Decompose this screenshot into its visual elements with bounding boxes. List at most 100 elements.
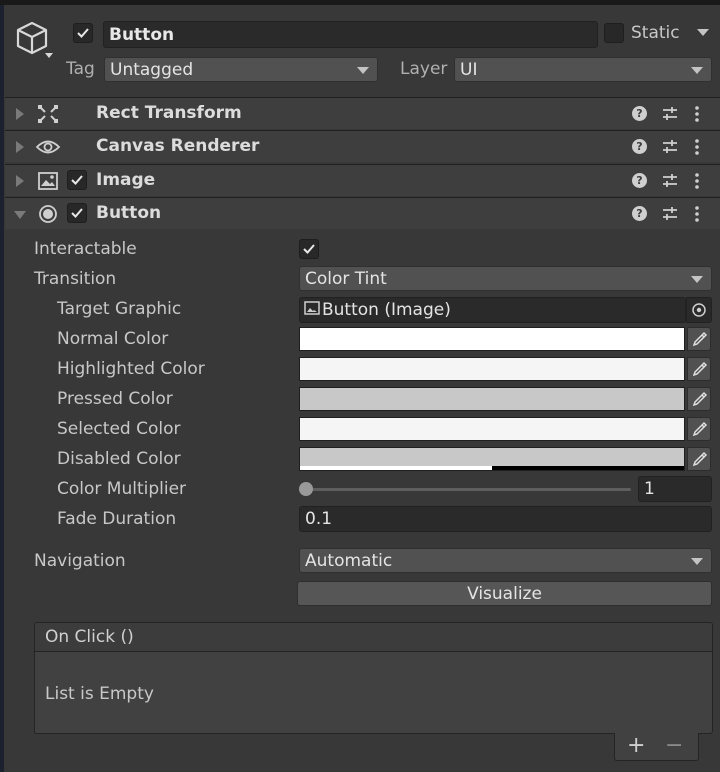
selected-color-picker[interactable] <box>687 417 711 441</box>
component-button[interactable]: Button ? <box>5 197 720 229</box>
normal-color-label: Normal Color <box>57 329 169 349</box>
component-canvas-renderer[interactable]: Canvas Renderer ? <box>5 130 720 162</box>
on-click-header: On Click () <box>35 623 712 652</box>
layer-dropdown[interactable]: UI <box>454 57 712 82</box>
tag-label: Tag <box>66 59 95 79</box>
gameobject-icon <box>14 20 58 67</box>
highlighted-color-swatch[interactable] <box>299 357 685 381</box>
eye-icon <box>35 138 61 161</box>
color-multiplier-field[interactable]: 1 <box>638 476 712 502</box>
disabled-color-label: Disabled Color <box>57 449 181 469</box>
kebab-menu-icon[interactable] <box>694 205 700 228</box>
disabled-color-picker[interactable] <box>687 447 711 471</box>
kebab-menu-icon[interactable] <box>694 172 700 195</box>
static-checkbox[interactable] <box>604 23 624 43</box>
fade-duration-label: Fade Duration <box>57 509 177 529</box>
chevron-down-icon <box>691 557 703 565</box>
image-icon <box>37 171 59 196</box>
tag-dropdown[interactable]: Untagged <box>104 57 378 82</box>
presets-icon[interactable] <box>662 173 678 194</box>
eyedropper-icon <box>692 391 708 407</box>
window-top-border <box>0 0 720 5</box>
chevron-down-icon <box>691 66 703 74</box>
presets-icon[interactable] <box>662 139 678 160</box>
component-title: Canvas Renderer <box>96 136 260 156</box>
pressed-color-label: Pressed Color <box>57 389 173 409</box>
image-icon <box>304 300 320 320</box>
eyedropper-icon <box>692 361 708 377</box>
highlighted-color-label: Highlighted Color <box>57 359 205 379</box>
static-label: Static <box>631 23 680 43</box>
transition-value: Color Tint <box>305 268 387 289</box>
component-title: Button <box>96 203 162 223</box>
pressed-color-swatch[interactable] <box>299 387 685 411</box>
target-graphic-label: Target Graphic <box>57 299 182 319</box>
add-item-button[interactable]: + <box>627 733 645 758</box>
disabled-color-swatch[interactable] <box>299 447 685 471</box>
interactable-label: Interactable <box>34 239 137 259</box>
help-icon[interactable]: ? <box>632 106 647 121</box>
help-icon[interactable]: ? <box>632 173 647 188</box>
kebab-menu-icon[interactable] <box>694 105 700 128</box>
list-footer-buttons: + − <box>614 733 699 761</box>
fade-duration-field[interactable]: 0.1 <box>299 506 712 532</box>
empty-list-text: List is Empty <box>45 684 154 704</box>
foldout-arrow-icon[interactable] <box>16 175 24 187</box>
color-multiplier-value: 1 <box>644 479 655 499</box>
component-rect-transform[interactable]: Rect Transform ? <box>5 97 720 129</box>
help-icon[interactable]: ? <box>632 206 647 221</box>
eyedropper-icon <box>692 331 708 347</box>
component-title: Image <box>96 170 156 190</box>
transition-label: Transition <box>34 269 117 289</box>
alpha-bar-fill <box>300 466 492 470</box>
transition-dropdown[interactable]: Color Tint <box>299 266 712 291</box>
eyedropper-icon <box>692 421 708 437</box>
pressed-color-picker[interactable] <box>687 387 711 411</box>
foldout-arrow-icon[interactable] <box>16 108 24 120</box>
navigation-dropdown[interactable]: Automatic <box>299 548 712 573</box>
visualize-label: Visualize <box>467 583 542 604</box>
foldout-arrow-icon[interactable] <box>14 211 26 219</box>
interactable-checkbox[interactable] <box>299 239 319 259</box>
chevron-down-icon <box>357 66 369 74</box>
presets-icon[interactable] <box>662 106 678 127</box>
object-picker-button[interactable] <box>686 297 712 323</box>
component-title: Rect Transform <box>96 103 242 123</box>
normal-color-picker[interactable] <box>687 327 711 351</box>
window-left-border <box>0 5 4 772</box>
layer-label: Layer <box>400 59 448 79</box>
navigation-label: Navigation <box>34 551 126 571</box>
layer-value: UI <box>460 59 478 80</box>
normal-color-swatch[interactable] <box>299 327 685 351</box>
presets-icon[interactable] <box>662 206 678 227</box>
navigation-value: Automatic <box>305 550 393 571</box>
foldout-arrow-icon[interactable] <box>16 141 24 153</box>
target-graphic-field[interactable]: Button (Image) <box>299 297 686 323</box>
eyedropper-icon <box>692 451 708 467</box>
selected-color-label: Selected Color <box>57 419 181 439</box>
color-multiplier-slider[interactable] <box>299 481 631 497</box>
fade-duration-value: 0.1 <box>305 509 333 529</box>
slider-track <box>306 488 631 491</box>
remove-item-button[interactable]: − <box>665 733 683 758</box>
kebab-menu-icon[interactable] <box>694 138 700 161</box>
radio-button-icon <box>38 204 58 229</box>
on-click-event-panel: On Click () List is Empty <box>34 622 713 734</box>
active-checkbox[interactable] <box>73 23 93 43</box>
highlighted-color-picker[interactable] <box>687 357 711 381</box>
target-graphic-value: Button (Image) <box>322 300 451 320</box>
alpha-bar <box>300 466 684 470</box>
selected-color-swatch[interactable] <box>299 417 685 441</box>
component-image[interactable]: Image ? <box>5 164 720 196</box>
component-enabled-checkbox[interactable] <box>67 203 87 223</box>
rect-transform-icon <box>37 104 59 129</box>
component-enabled-checkbox[interactable] <box>67 170 87 190</box>
static-dropdown-icon[interactable] <box>697 29 709 36</box>
tag-value: Untagged <box>110 59 194 80</box>
color-multiplier-label: Color Multiplier <box>57 479 187 499</box>
help-icon[interactable]: ? <box>632 139 647 154</box>
object-name-field[interactable]: Button <box>103 21 598 48</box>
visualize-button[interactable]: Visualize <box>297 581 712 606</box>
slider-thumb[interactable] <box>299 482 313 496</box>
on-click-title: On Click () <box>45 627 134 647</box>
